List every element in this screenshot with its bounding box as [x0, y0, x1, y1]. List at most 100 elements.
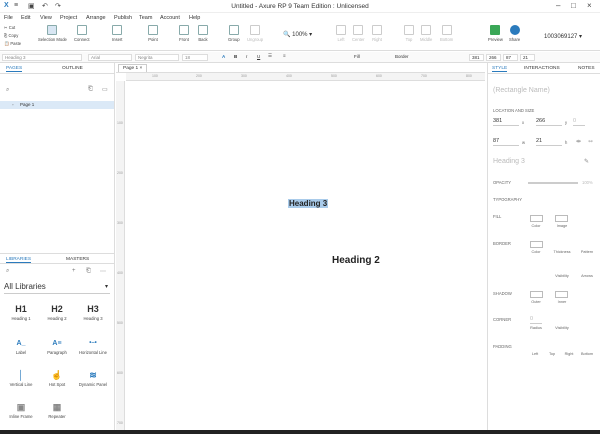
underline-icon[interactable]: U — [257, 54, 260, 59]
opacity-value[interactable]: 100% — [582, 180, 593, 185]
tab-interactions[interactable]: INTERACTIONS — [524, 66, 560, 71]
corner-radius-input[interactable]: 0 — [530, 315, 542, 324]
x-input[interactable]: 381 — [493, 117, 519, 126]
align-right-button[interactable]: Right — [372, 25, 382, 42]
padding-top-label[interactable]: Top — [545, 352, 559, 356]
insert-button[interactable]: Insert — [112, 25, 122, 42]
menu-team[interactable]: Team — [139, 15, 152, 21]
connect-button[interactable]: Connect — [74, 25, 90, 42]
front-button[interactable]: Front — [179, 25, 189, 42]
menu-project[interactable]: Project — [60, 15, 77, 21]
menu-file[interactable]: File — [4, 15, 13, 21]
menu-view[interactable]: View — [40, 15, 52, 21]
edit-style-icon[interactable]: ✎ — [584, 158, 589, 165]
align-text-icon[interactable]: ≡ — [283, 53, 286, 58]
menu-edit[interactable]: Edit — [21, 15, 30, 21]
widget-vertical-line[interactable]: │ Vertical Line — [4, 369, 38, 387]
tab-masters[interactable]: MASTERS — [66, 257, 89, 262]
fill-image-swatch[interactable] — [555, 215, 568, 222]
group-button[interactable]: Group — [228, 25, 240, 42]
preview-button[interactable]: Preview — [488, 25, 503, 42]
h-field[interactable]: 21 — [520, 54, 535, 61]
style-select[interactable]: Heading 3 — [2, 54, 82, 61]
fit-height-icon[interactable]: ⇿ — [588, 138, 593, 145]
bullet-icon[interactable]: ☰ — [268, 53, 272, 59]
h-input[interactable]: 21 — [536, 137, 562, 146]
widget-heading-1[interactable]: H1 Heading 1 — [4, 303, 38, 321]
text-color-icon[interactable]: A — [222, 54, 225, 59]
align-top-button[interactable]: Top — [404, 25, 414, 42]
minimize-button[interactable]: – — [556, 1, 560, 10]
tab-pages[interactable]: PAGES — [6, 66, 23, 72]
align-left-button[interactable]: Left — [336, 25, 346, 42]
align-center-button[interactable]: Center — [352, 25, 365, 42]
y-field[interactable]: 266 — [486, 54, 501, 61]
border-color-swatch[interactable] — [530, 241, 543, 248]
italic-icon[interactable]: I — [246, 54, 247, 59]
zoom-control[interactable]: 🔍 100% ▾ — [283, 31, 312, 38]
library-open-icon[interactable]: ⎗ — [86, 268, 91, 275]
widget-horizontal-line[interactable]: •–• Horizontal Line — [76, 337, 110, 355]
widget-dynamic-panel[interactable]: ≋ Dynamic Panel — [76, 369, 110, 387]
widget-name-input[interactable]: (Rectangle Name) — [493, 87, 550, 94]
size-select[interactable]: 18 — [182, 54, 208, 61]
heading-2-widget[interactable]: Heading 2 — [332, 255, 380, 266]
bold-icon[interactable]: B — [234, 54, 237, 59]
widget-inline-frame[interactable]: ▣ Inline Frame — [4, 401, 38, 419]
fit-width-icon[interactable]: ⇹ — [576, 138, 581, 145]
padding-right-label[interactable]: Right — [561, 352, 577, 356]
border-label[interactable]: Border — [395, 54, 409, 59]
share-button[interactable]: Share — [509, 25, 520, 42]
menu-account[interactable]: Account — [160, 15, 180, 21]
menu-help[interactable]: Help — [189, 15, 200, 21]
account-menu[interactable]: 1003069127 ▾ — [544, 33, 582, 40]
library-select[interactable]: All Libraries ▾ — [4, 282, 110, 294]
widget-hot-spot[interactable]: ☝ Hot Spot — [40, 369, 74, 387]
maximize-button[interactable]: □ — [571, 1, 576, 10]
menu-publish[interactable]: Publish — [114, 15, 132, 21]
widget-label[interactable]: A_ Label — [4, 337, 38, 355]
rotation-input[interactable]: 0 — [573, 117, 585, 126]
selection-mode-button[interactable]: Selection Mode — [38, 25, 67, 42]
design-canvas[interactable]: Page 1 × 100 200 300 400 500 600 700 800… — [116, 63, 485, 434]
paste-button[interactable]: 📋 Paste — [4, 41, 21, 47]
tab-notes[interactable]: NOTES — [578, 66, 595, 71]
copy-button[interactable]: ⎘ Copy — [4, 33, 18, 38]
menu-arrange[interactable]: Arrange — [86, 15, 106, 21]
align-middle-button[interactable]: Middle — [420, 25, 432, 42]
align-bottom-button[interactable]: Bottom — [440, 25, 453, 42]
weight-select[interactable]: Negrita — [135, 54, 179, 61]
shadow-inner-swatch[interactable] — [555, 291, 568, 298]
tab-outline[interactable]: OUTLINE — [62, 66, 83, 71]
add-folder-icon[interactable]: ▭ — [102, 86, 108, 93]
heading-3-widget[interactable]: Heading 3 — [288, 199, 329, 208]
widget-repeater[interactable]: ▦ Repeater — [40, 401, 74, 419]
add-page-icon[interactable]: ⎗ — [88, 86, 93, 93]
library-add-icon[interactable]: + — [72, 268, 76, 274]
y-input[interactable]: 266 — [536, 117, 562, 126]
padding-left-label[interactable]: Left — [528, 352, 542, 356]
tab-libraries[interactable]: LIBRARIES — [6, 257, 32, 263]
close-button[interactable]: × — [587, 1, 592, 10]
padding-bottom-label[interactable]: Bottom — [578, 352, 596, 356]
widget-heading-2[interactable]: H2 Heading 2 — [40, 303, 74, 321]
library-more-icon[interactable]: ⋯ — [100, 268, 106, 275]
typography-heading[interactable]: TYPOGRAPHY — [493, 197, 522, 202]
fill-label[interactable]: Fill — [354, 54, 360, 59]
tab-page1[interactable]: Page 1 × — [118, 64, 148, 72]
opacity-slider[interactable] — [528, 182, 578, 184]
shadow-outer-swatch[interactable] — [530, 291, 543, 298]
search-icon[interactable]: ⌕ — [6, 87, 9, 94]
page-item-page1[interactable]: ▫ Page 1 — [0, 101, 114, 109]
library-search-icon[interactable]: ⌕ — [6, 268, 9, 275]
cut-button[interactable]: ✂ Cut — [4, 25, 15, 30]
fill-color-swatch[interactable] — [530, 215, 543, 222]
x-field[interactable]: 381 — [469, 54, 484, 61]
point-button[interactable]: Point — [148, 25, 158, 42]
back-button[interactable]: Back — [198, 25, 208, 42]
tab-style[interactable]: STYLE — [492, 66, 508, 72]
w-input[interactable]: 87 — [493, 137, 519, 146]
ungroup-button[interactable]: Ungroup — [247, 25, 263, 42]
widget-heading-3[interactable]: H3 Heading 3 — [76, 303, 110, 321]
w-field[interactable]: 87 — [503, 54, 518, 61]
